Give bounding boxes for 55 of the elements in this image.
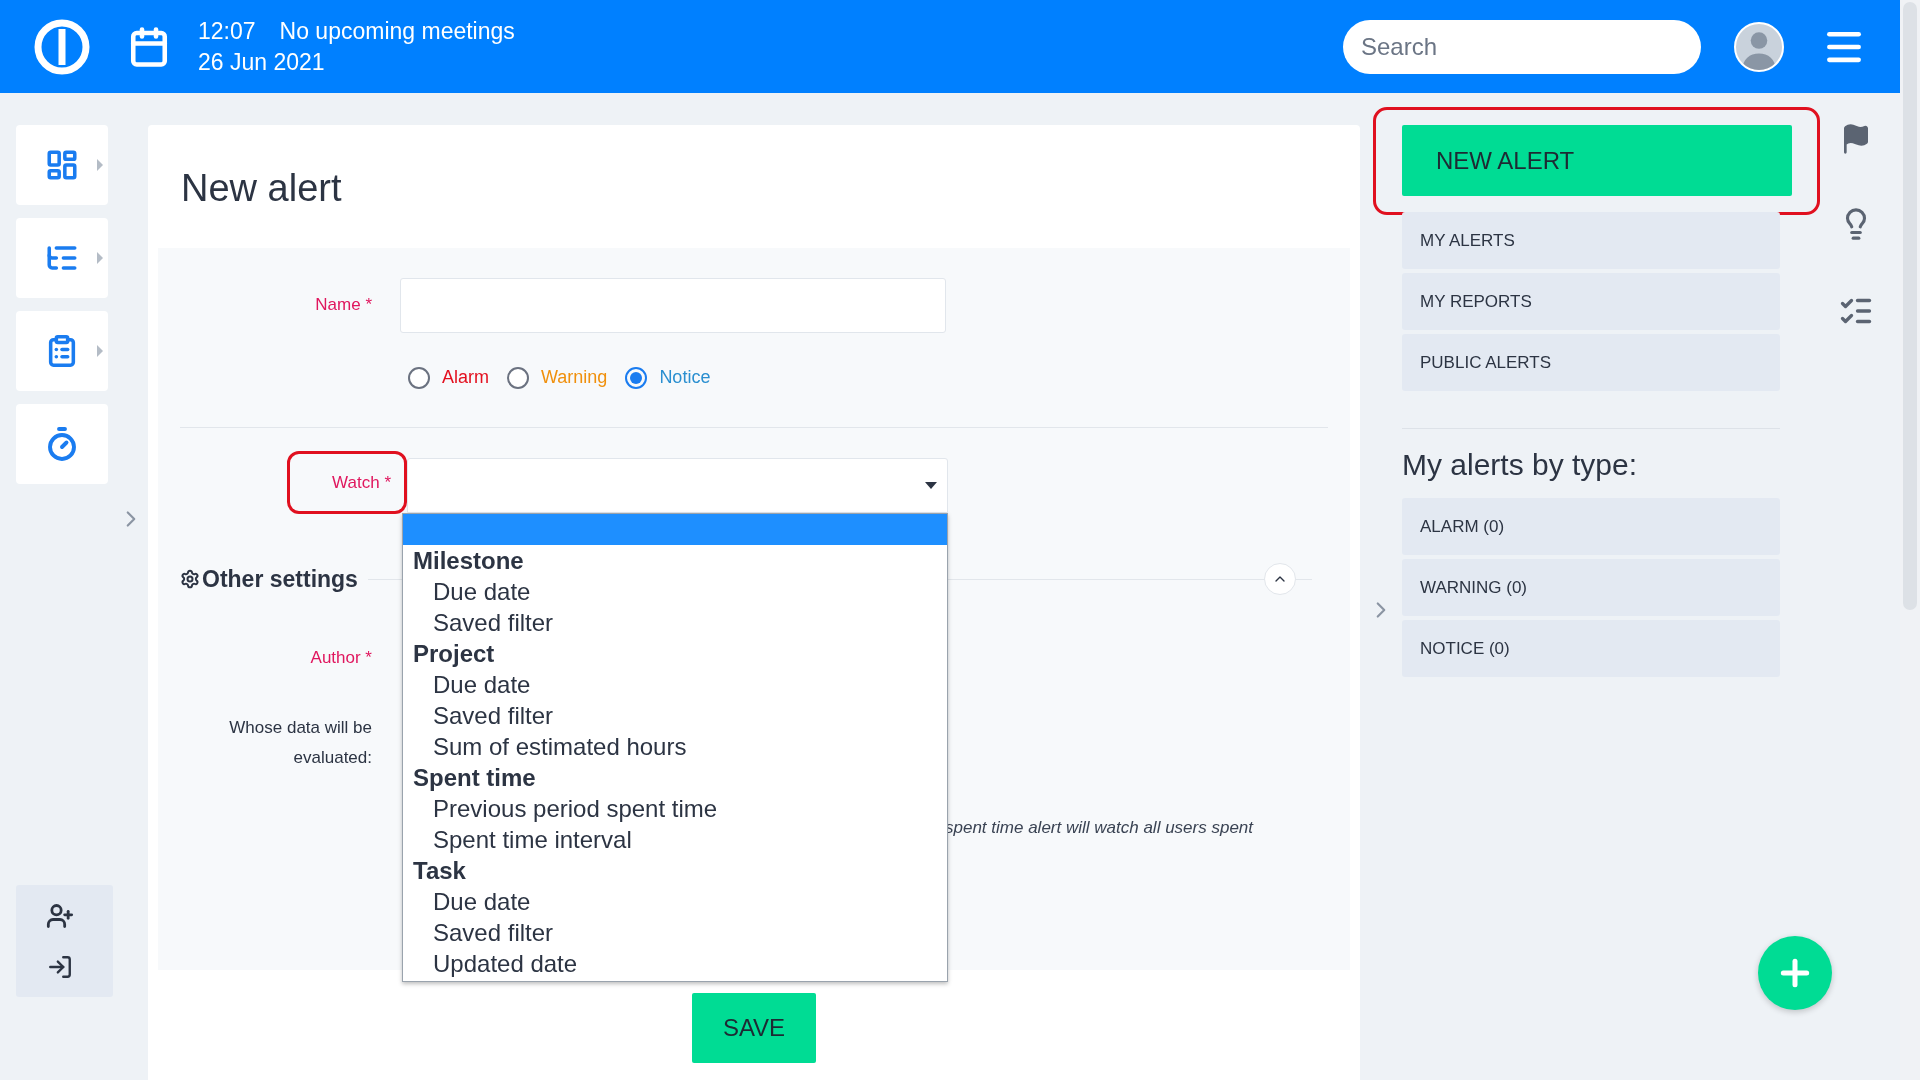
option-group-label: Spent time [412,763,537,793]
page-title: New alert [181,166,343,211]
radio-button[interactable] [507,366,529,389]
dropdown-option[interactable]: Updated date [403,948,947,979]
name-input[interactable] [400,278,946,333]
dropdown-option[interactable]: Saved filter [403,700,947,731]
save-button[interactable]: SAVE [692,993,816,1063]
meetings-text[interactable]: No upcoming meetings [279,15,515,47]
caret-icon [96,158,104,172]
dropdown-option[interactable]: Due date [403,576,947,607]
field-label: Name * [315,294,372,316]
dropdown-option[interactable]: Spent time interval [403,824,947,855]
dropdown-option[interactable]: Sum of estimated hours [403,731,947,762]
sidebar-link[interactable]: MY ALERTS [1402,212,1780,269]
section-heading: Other settings [202,565,358,594]
caret-icon [96,251,104,265]
nav-tile[interactable] [16,311,108,391]
avatar[interactable] [1734,21,1784,72]
logo-icon[interactable] [34,18,90,75]
add-user-icon[interactable] [45,902,74,930]
caret-icon [96,344,104,358]
calendar-icon[interactable] [128,25,170,68]
dropdown-caret-icon [925,482,937,489]
nav-tile[interactable] [16,218,108,298]
settings-icon [180,569,200,590]
radio-button[interactable] [408,366,430,389]
dropdown-option[interactable]: Due date [403,669,947,700]
option-group-label: Task [412,856,467,886]
sidebar-link[interactable]: ALARM (0) [1402,498,1780,555]
radio-label: Notice [659,366,711,389]
nav-icon [45,148,79,182]
radio-label: Warning [541,366,608,389]
section-heading: My alerts by type: [1402,447,1639,483]
option-group-label: Milestone [412,546,525,576]
dropdown-option[interactable]: Due date [403,886,947,917]
dropdown-option[interactable]: Saved filter [403,917,947,948]
clock-time: 12:07 [198,16,256,46]
nav-tile[interactable] [16,125,108,205]
sidebar-link[interactable]: WARNING (0) [1402,559,1780,616]
field-label: Whose data will be evaluated: [228,717,372,769]
field-label: Author * [310,646,372,669]
radio-label: Alarm [442,366,489,389]
dropdown-option[interactable]: Previous period spent time [403,793,947,824]
new-alert-button[interactable]: NEW ALERT [1402,125,1792,196]
dropdown-option[interactable]: Saved filter [403,607,947,638]
search-field[interactable]: Search [1343,19,1701,74]
radio-button[interactable] [625,366,648,389]
collapse-toggle[interactable] [1264,563,1296,596]
sidebar-link[interactable]: NOTICE (0) [1402,620,1780,677]
nav-tile[interactable] [16,404,108,484]
sidebar-link[interactable]: PUBLIC ALERTS [1402,334,1780,391]
login-icon[interactable] [46,954,73,980]
option-group-label: Project [412,639,496,669]
sidebar-link[interactable]: MY REPORTS [1402,273,1780,330]
date-text: 26 Jun 2021 [198,47,326,77]
